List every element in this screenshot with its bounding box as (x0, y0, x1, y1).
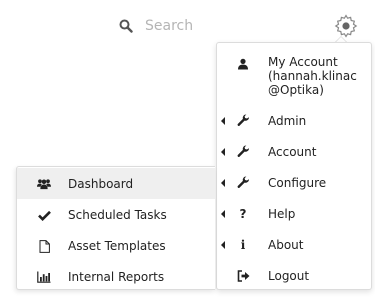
submenu-item-scheduled-tasks[interactable]: Scheduled Tasks (17, 199, 215, 230)
submenu-item-dashboard[interactable]: Dashboard (17, 168, 215, 199)
menu-item-label: Configure (268, 175, 327, 190)
menu-item-my-account[interactable]: My Account (hannah.klinac @Optika) (217, 51, 371, 99)
account-username-line1: (hannah.klinac (268, 69, 357, 83)
wrench-icon (236, 145, 250, 159)
app-root: My Account (hannah.klinac @Optika) Admin… (0, 0, 375, 302)
wrench-icon (236, 114, 250, 128)
menu-item-label: About (268, 237, 304, 252)
menu-item-label: Account (268, 144, 317, 159)
menu-item-admin[interactable]: Admin (217, 105, 371, 136)
menu-item-label: Help (268, 206, 296, 221)
submenu-item-asset-templates[interactable]: Asset Templates (17, 230, 215, 261)
submenu-item-label: Dashboard (68, 177, 134, 191)
question-icon: ? (239, 206, 247, 221)
menu-item-logout[interactable]: Logout (217, 260, 371, 291)
submenu-arrow-icon (221, 240, 225, 249)
submenu-item-label: Internal Reports (68, 270, 165, 284)
my-account-title: My Account (268, 55, 338, 69)
info-icon: i (240, 237, 246, 252)
bar-chart-icon (37, 270, 51, 284)
submenu-arrow-icon (221, 209, 225, 218)
submenu-item-label: Scheduled Tasks (68, 208, 167, 222)
menu-item-configure[interactable]: Configure (217, 167, 371, 198)
submenu-arrow-icon (221, 178, 225, 187)
sign-out-icon (236, 269, 250, 283)
settings-menu: My Account (hannah.klinac @Optika) Admin… (216, 42, 372, 290)
check-icon (37, 208, 51, 222)
wrench-icon (236, 176, 250, 190)
my-account-label: My Account (hannah.klinac @Optika) (268, 55, 357, 97)
user-icon (236, 57, 250, 71)
search-input[interactable] (145, 18, 255, 34)
menu-item-label: Logout (268, 268, 310, 283)
search-icon[interactable] (119, 19, 133, 33)
gear-icon (334, 14, 358, 38)
account-username-line2: @Optika) (268, 83, 324, 97)
submenu-arrow-icon (221, 147, 225, 156)
menu-item-label: Admin (268, 113, 307, 128)
menu-item-help[interactable]: ? Help (217, 198, 371, 229)
submenu-arrow-icon (221, 116, 225, 125)
menu-item-account[interactable]: Account (217, 136, 371, 167)
users-icon (37, 177, 51, 191)
configure-submenu: Dashboard Scheduled Tasks Asset Template… (16, 166, 215, 290)
menu-item-about[interactable]: i About (217, 229, 371, 260)
submenu-item-label: Asset Templates (68, 239, 166, 253)
search-bar (119, 14, 269, 38)
file-icon (37, 239, 51, 253)
submenu-item-internal-reports[interactable]: Internal Reports (17, 261, 215, 292)
